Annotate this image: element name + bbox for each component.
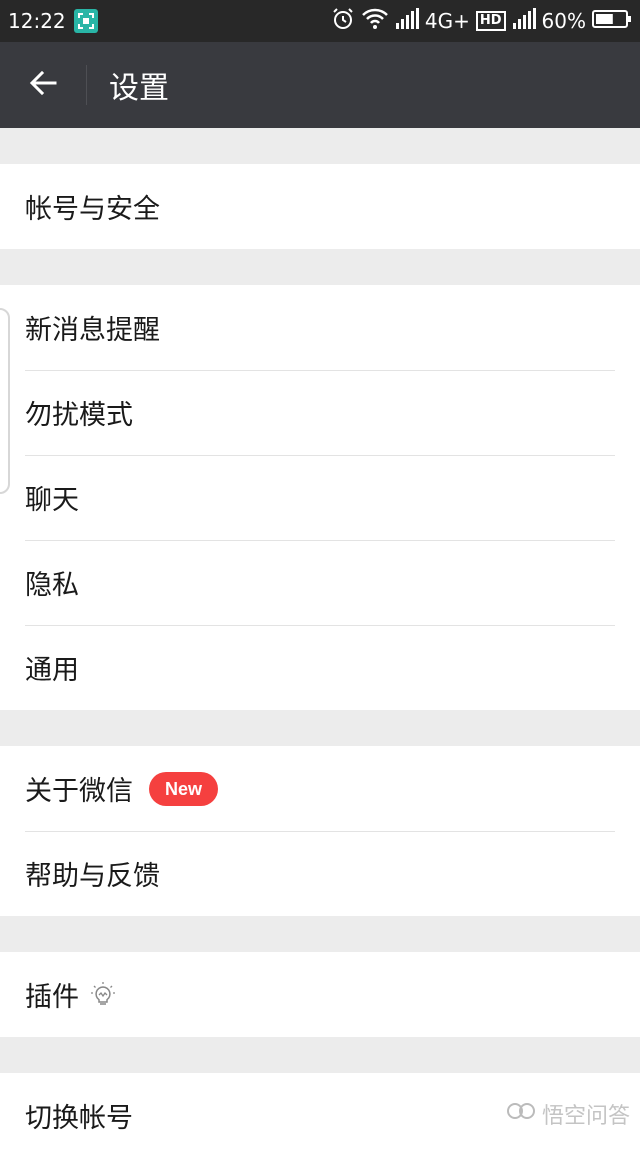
section-gap xyxy=(0,1037,640,1073)
alarm-icon xyxy=(331,7,355,36)
item-new-message-notify[interactable]: 新消息提醒 xyxy=(0,285,640,370)
settings-list: 帐号与安全 新消息提醒 勿扰模式 聊天 隐私 通用 关于微信 New 帮助与反馈 xyxy=(0,128,640,1158)
section-gap xyxy=(0,128,640,164)
item-label: 新消息提醒 xyxy=(25,308,160,347)
watermark-logo-icon xyxy=(506,1101,536,1127)
title-bar: 设置 xyxy=(0,42,640,128)
item-label: 关于微信 xyxy=(25,769,133,808)
item-account-security[interactable]: 帐号与安全 xyxy=(0,164,640,249)
watermark-text: 悟空问答 xyxy=(542,1098,630,1130)
screenshot-icon xyxy=(74,9,98,33)
item-general[interactable]: 通用 xyxy=(0,625,640,710)
page-title: 设置 xyxy=(109,63,169,107)
back-button[interactable] xyxy=(0,42,86,128)
new-badge: New xyxy=(149,772,218,806)
battery-icon xyxy=(592,9,632,34)
item-plugins[interactable]: 插件 xyxy=(0,952,640,1037)
edge-floating-handle[interactable] xyxy=(0,308,10,494)
item-label: 帮助与反馈 xyxy=(25,854,160,893)
status-bar: 12:22 xyxy=(0,0,640,42)
item-privacy[interactable]: 隐私 xyxy=(0,540,640,625)
section-gap xyxy=(0,916,640,952)
signal-icon-1 xyxy=(395,8,419,35)
back-arrow-icon xyxy=(27,67,59,103)
hd-badge: HD xyxy=(476,11,506,31)
item-about-wechat[interactable]: 关于微信 New xyxy=(0,746,640,831)
signal-icon-2 xyxy=(512,8,536,35)
item-label: 帐号与安全 xyxy=(25,187,160,226)
group-account: 帐号与安全 xyxy=(0,164,640,249)
lightbulb-icon xyxy=(91,982,115,1008)
item-label: 勿扰模式 xyxy=(25,393,133,432)
item-label: 隐私 xyxy=(25,563,79,602)
group-about: 关于微信 New 帮助与反馈 xyxy=(0,746,640,916)
wifi-icon xyxy=(361,7,389,36)
item-do-not-disturb[interactable]: 勿扰模式 xyxy=(0,370,640,455)
title-divider xyxy=(86,65,87,105)
item-label: 插件 xyxy=(25,975,79,1014)
group-preferences: 新消息提醒 勿扰模式 聊天 隐私 通用 xyxy=(0,285,640,710)
group-plugins: 插件 xyxy=(0,952,640,1037)
hd-label: HD xyxy=(480,13,502,28)
battery-percent: 60% xyxy=(542,9,586,33)
item-label: 切换帐号 xyxy=(25,1096,133,1135)
status-time: 12:22 xyxy=(8,9,66,33)
item-label: 聊天 xyxy=(25,478,79,517)
item-help-feedback[interactable]: 帮助与反馈 xyxy=(0,831,640,916)
battery-fill xyxy=(596,14,613,24)
section-gap xyxy=(0,249,640,285)
watermark: 悟空问答 xyxy=(506,1098,630,1130)
network-type: 4G+ xyxy=(425,9,470,33)
item-label: 通用 xyxy=(25,648,79,687)
item-chat[interactable]: 聊天 xyxy=(0,455,640,540)
status-left: 12:22 xyxy=(8,9,98,33)
section-gap xyxy=(0,710,640,746)
status-right: 4G+ HD 60% xyxy=(331,7,632,36)
